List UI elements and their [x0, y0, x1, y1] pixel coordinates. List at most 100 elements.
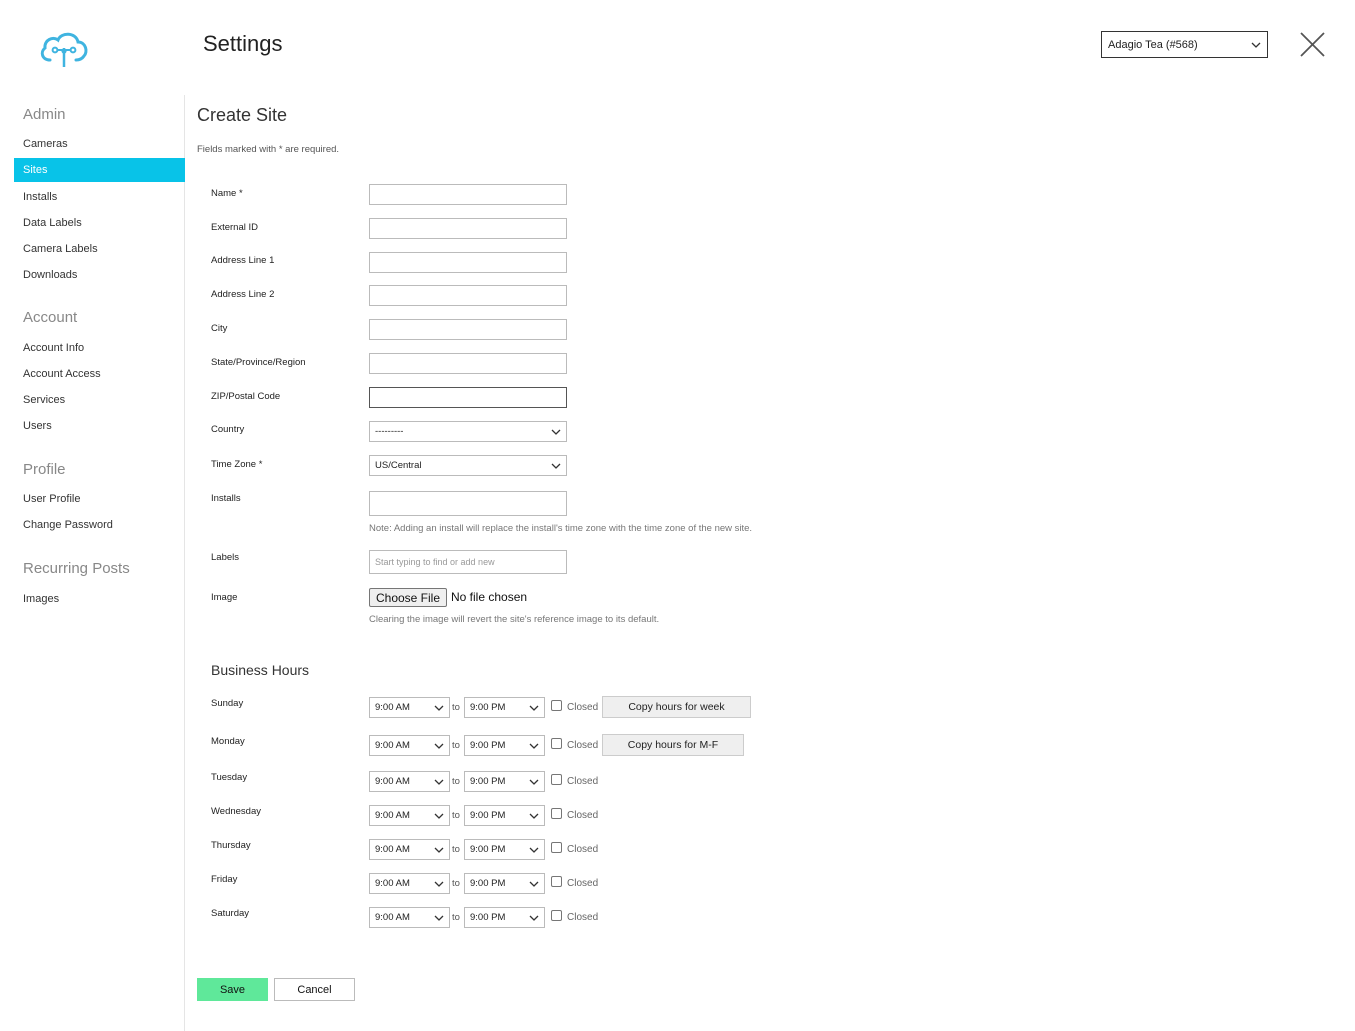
sidebar-item-change-password[interactable]: Change Password — [14, 513, 185, 537]
chevron-down-icon — [529, 813, 539, 819]
file-status: No file chosen — [451, 590, 528, 604]
chevron-down-icon — [1251, 42, 1261, 48]
city-input[interactable] — [369, 319, 567, 340]
friday-to-label: to — [452, 878, 460, 889]
saturday-closed-checkbox[interactable] — [551, 910, 562, 921]
friday-open-select[interactable]: 9:00 AM — [369, 873, 450, 894]
save-button[interactable]: Save — [197, 978, 268, 1001]
business-hours-title: Business Hours — [211, 662, 310, 678]
chevron-down-icon — [434, 847, 444, 853]
sidebar-item-downloads[interactable]: Downloads — [14, 263, 185, 287]
tuesday-closed-label: Closed — [567, 776, 599, 787]
sidebar-item-camera-labels[interactable]: Camera Labels — [14, 237, 185, 261]
form-title: Create Site — [197, 105, 288, 125]
monday-close-select[interactable]: 9:00 PM — [464, 735, 545, 756]
wednesday-closed-checkbox[interactable] — [551, 808, 562, 819]
chevron-down-icon — [551, 463, 561, 469]
sidebar-item-services[interactable]: Services — [14, 388, 185, 412]
chevron-down-icon — [551, 429, 561, 435]
sidebar-item-data-labels[interactable]: Data Labels — [14, 211, 185, 235]
nav-group-recurring-posts: Recurring Posts — [23, 560, 130, 577]
thursday-open-select[interactable]: 9:00 AM — [369, 839, 450, 860]
choose-file-button[interactable]: Choose File — [369, 588, 447, 607]
saturday-close-select[interactable]: 9:00 PM — [464, 907, 545, 928]
sidebar-item-installs[interactable]: Installs — [14, 185, 185, 209]
chevron-down-icon — [434, 705, 444, 711]
friday-close-select[interactable]: 9:00 PM — [464, 873, 545, 894]
monday-copy-hours-button[interactable]: Copy hours for M-F — [602, 734, 744, 756]
wednesday-open-value: 9:00 AM — [375, 810, 410, 821]
sunday-copy-hours-button[interactable]: Copy hours for week — [602, 696, 751, 718]
sidebar-item-account-info[interactable]: Account Info — [14, 336, 185, 360]
friday-closed-checkbox[interactable] — [551, 876, 562, 887]
nav-group-account: Account — [23, 309, 78, 326]
sunday-to-label: to — [452, 702, 460, 713]
zip-label: ZIP/Postal Code — [211, 391, 281, 402]
tuesday-open-select[interactable]: 9:00 AM — [369, 771, 450, 792]
account-select[interactable]: Adagio Tea (#568) — [1101, 31, 1268, 58]
zip-input[interactable] — [369, 387, 567, 408]
thursday-open-value: 9:00 AM — [375, 844, 410, 855]
installs-input[interactable] — [369, 491, 567, 516]
saturday-closed-label: Closed — [567, 912, 599, 923]
tuesday-label: Tuesday — [211, 772, 248, 783]
name-input[interactable] — [369, 184, 567, 205]
chevron-down-icon — [529, 743, 539, 749]
sunday-label: Sunday — [211, 698, 244, 709]
country-select[interactable]: --------- — [369, 421, 567, 442]
wednesday-close-select[interactable]: 9:00 PM — [464, 805, 545, 826]
page-title: Settings — [203, 31, 283, 56]
wednesday-label: Wednesday — [211, 806, 261, 817]
tuesday-close-value: 9:00 PM — [470, 776, 506, 787]
address2-label: Address Line 2 — [211, 289, 275, 300]
saturday-to-label: to — [452, 912, 460, 923]
monday-open-select[interactable]: 9:00 AM — [369, 735, 450, 756]
saturday-label: Saturday — [211, 908, 250, 919]
external-id-input[interactable] — [369, 218, 567, 239]
state-input[interactable] — [369, 353, 567, 374]
monday-label: Monday — [211, 736, 245, 747]
sidebar-item-images[interactable]: Images — [14, 587, 185, 611]
city-label: City — [211, 323, 228, 334]
name-label: Name * — [211, 188, 243, 199]
tuesday-close-select[interactable]: 9:00 PM — [464, 771, 545, 792]
sunday-close-select[interactable]: 9:00 PM — [464, 697, 545, 718]
timezone-select[interactable]: US/Central — [369, 455, 567, 476]
saturday-open-value: 9:00 AM — [375, 912, 410, 923]
installs-note: Note: Adding an install will replace the… — [369, 523, 753, 534]
sidebar-item-sites[interactable]: Sites — [14, 158, 185, 182]
image-label: Image — [211, 592, 238, 603]
sidebar-item-cameras[interactable]: Cameras — [14, 132, 185, 156]
wednesday-open-select[interactable]: 9:00 AM — [369, 805, 450, 826]
wednesday-close-value: 9:00 PM — [470, 810, 506, 821]
sidebar-item-account-access[interactable]: Account Access — [14, 362, 185, 386]
timezone-select-value: US/Central — [375, 460, 422, 471]
sidebar-item-users[interactable]: Users — [14, 414, 185, 438]
monday-to-label: to — [452, 740, 460, 751]
country-select-value: --------- — [375, 426, 404, 437]
country-label: Country — [211, 424, 245, 435]
sunday-open-select[interactable]: 9:00 AM — [369, 697, 450, 718]
tuesday-to-label: to — [452, 776, 460, 787]
sidebar-item-user-profile[interactable]: User Profile — [14, 487, 185, 511]
close-icon[interactable] — [1299, 31, 1326, 58]
sidebar: Admin Cameras Sites Installs Data Labels… — [14, 95, 185, 1031]
saturday-open-select[interactable]: 9:00 AM — [369, 907, 450, 928]
sunday-open-value: 9:00 AM — [375, 702, 410, 713]
thursday-closed-checkbox[interactable] — [551, 842, 562, 853]
sunday-close-value: 9:00 PM — [470, 702, 506, 713]
address1-input[interactable] — [369, 252, 567, 273]
address2-input[interactable] — [369, 285, 567, 306]
cancel-button[interactable]: Cancel — [274, 978, 355, 1001]
labels-input[interactable]: Start typing to find or add new — [369, 550, 567, 574]
monday-closed-checkbox[interactable] — [551, 738, 562, 749]
sunday-closed-checkbox[interactable] — [551, 700, 562, 711]
address1-label: Address Line 1 — [211, 255, 275, 266]
tuesday-closed-checkbox[interactable] — [551, 774, 562, 785]
chevron-down-icon — [529, 705, 539, 711]
saturday-close-value: 9:00 PM — [470, 912, 506, 923]
chevron-down-icon — [434, 915, 444, 921]
cloud-logo-icon[interactable] — [38, 28, 90, 70]
thursday-close-select[interactable]: 9:00 PM — [464, 839, 545, 860]
friday-open-value: 9:00 AM — [375, 878, 410, 889]
